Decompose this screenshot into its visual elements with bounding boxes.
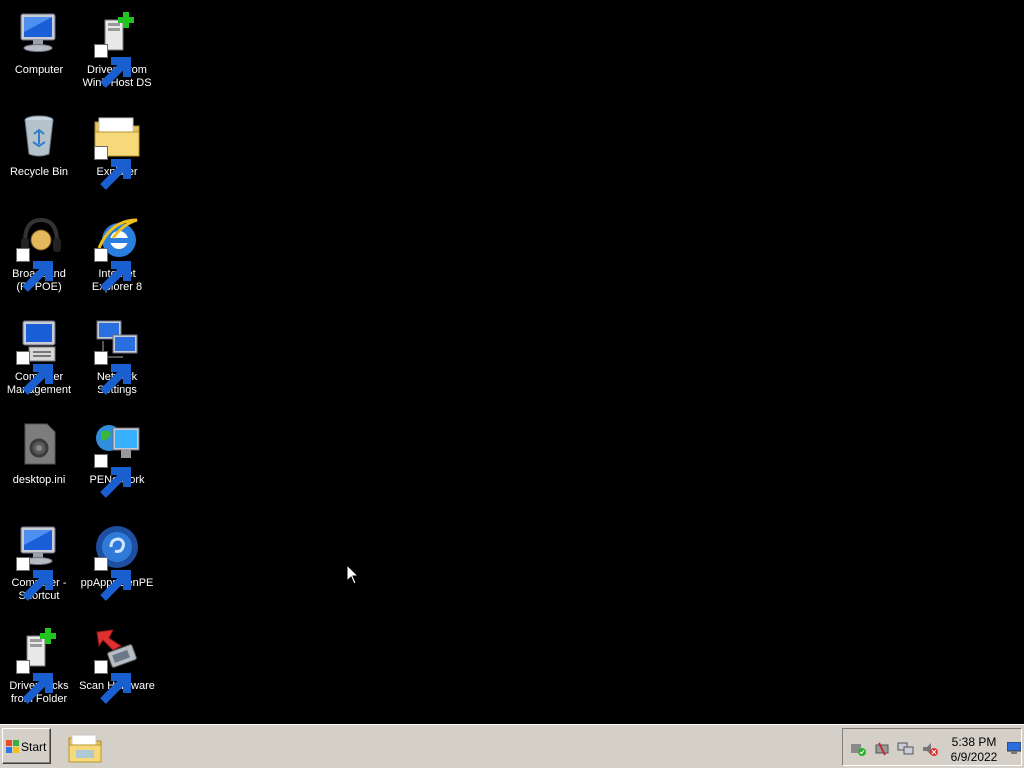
safely-remove-hardware-icon[interactable] [849, 741, 867, 757]
desktop-icon-penetwork[interactable]: PENetwork [78, 420, 156, 498]
computer-icon [15, 10, 63, 58]
desktop-icon-recycle-bin[interactable]: Recycle Bin [0, 112, 78, 179]
desktop-icon-driverpacks-from-folder[interactable]: DriverPacks from Folder [0, 626, 78, 706]
globe-monitor-icon [93, 420, 141, 498]
folder-icon [68, 734, 102, 763]
taskbar: Start 5:38 PM 6/9/2022 [0, 724, 1024, 768]
recycle-bin-icon [15, 112, 63, 160]
shortcut-arrow-icon [94, 351, 131, 395]
network-connection-icon[interactable] [897, 741, 915, 757]
desktop[interactable]: Computer Drivers from Win7 Host DS Recyc… [0, 0, 1024, 724]
driver-pack-icon [93, 10, 141, 88]
mouse-pointer-icon [347, 565, 359, 585]
desktop-icon-desktop-ini[interactable]: desktop.ini [0, 420, 78, 487]
desktop-icon-internet-explorer-8[interactable]: Internet Explorer 8 [78, 214, 156, 294]
desktop-icon-drivers-from-win7-host-ds[interactable]: Drivers from Win7 Host DS [78, 10, 156, 90]
icon-label: Computer [14, 64, 64, 76]
headset-icon [15, 214, 63, 292]
shortcut-arrow-icon [94, 44, 131, 88]
shortcut-arrow-icon [16, 557, 53, 601]
desktop-icon-computer[interactable]: Computer [0, 10, 78, 77]
network-settings-icon [93, 317, 141, 395]
icon-label: desktop.ini [12, 474, 66, 486]
quick-launch-explorer[interactable] [68, 732, 102, 764]
desktop-icon-computer-shortcut[interactable]: Computer - Shortcut [0, 523, 78, 603]
shortcut-arrow-icon [94, 557, 131, 601]
start-button[interactable]: Start [2, 728, 51, 764]
desktop-icon-scan-hardware[interactable]: Scan Hardware [78, 626, 156, 704]
shortcut-arrow-icon [94, 146, 131, 190]
computer-icon [15, 523, 63, 601]
shortcut-arrow-icon [94, 248, 131, 292]
shortcut-arrow-icon [94, 660, 131, 704]
desktop-icon-broadband-pppoe[interactable]: Broadband (PPPOE) [0, 214, 78, 294]
shortcut-arrow-icon [16, 248, 53, 292]
desktop-icon-computer-management[interactable]: Computer Management [0, 317, 78, 397]
folder-icon [93, 112, 141, 190]
desktop-icon-explorer[interactable]: Explorer [78, 112, 156, 190]
volume-muted-icon[interactable] [921, 741, 939, 757]
settings-file-icon [15, 420, 63, 468]
windows-flag-icon [6, 740, 19, 753]
clock-time[interactable]: 5:38 PM [943, 735, 1005, 749]
desktop-icon-network-settings[interactable]: Network Settings [78, 317, 156, 397]
scan-hardware-icon [93, 626, 141, 704]
usb-device-icon[interactable] [873, 741, 891, 757]
desktop-icon-ppappsgenpe[interactable]: ppAppsGenPE [78, 523, 156, 601]
start-label: Start [21, 740, 47, 754]
system-tray: 5:38 PM 6/9/2022 [842, 728, 1022, 766]
blue-orb-icon [93, 523, 141, 601]
computer-management-icon [15, 317, 63, 395]
shortcut-arrow-icon [94, 454, 131, 498]
driver-pack-icon [15, 626, 63, 704]
icon-label: Recycle Bin [9, 166, 69, 178]
shortcut-arrow-icon [16, 351, 53, 395]
clock-date[interactable]: 6/9/2022 [943, 750, 1005, 764]
shortcut-arrow-icon [16, 660, 53, 704]
show-desktop-icon[interactable] [1007, 742, 1021, 754]
internet-explorer-icon [93, 214, 141, 292]
